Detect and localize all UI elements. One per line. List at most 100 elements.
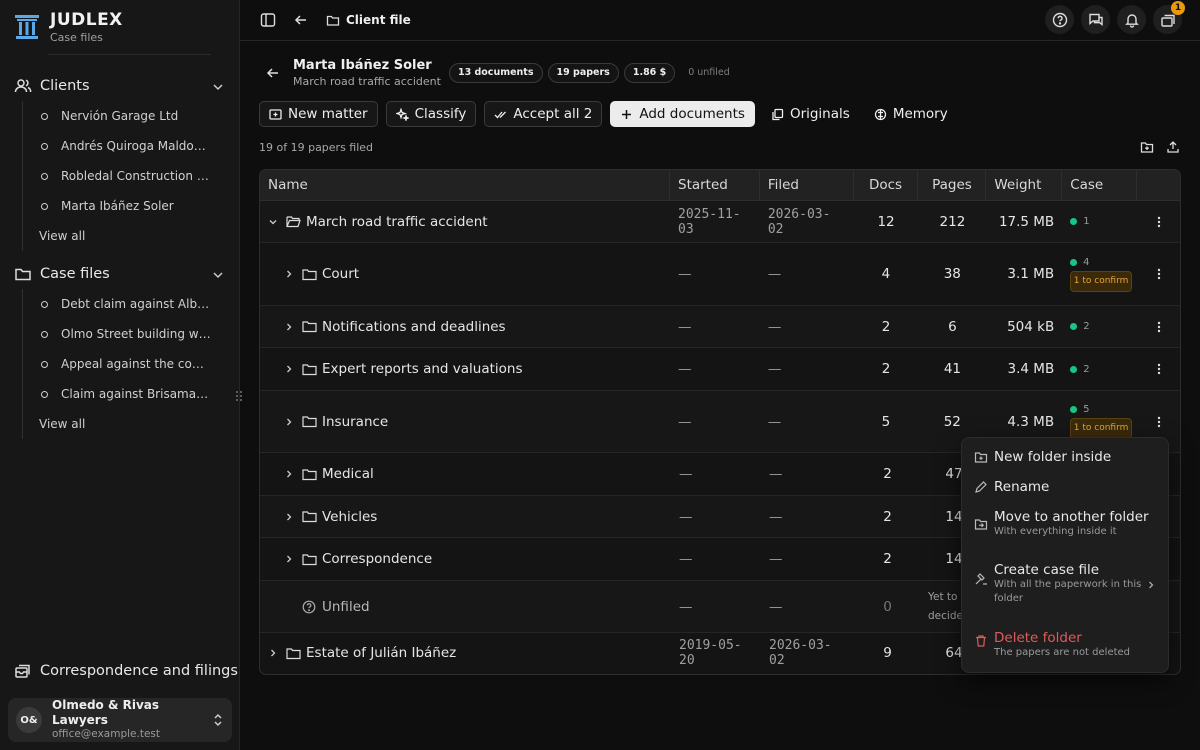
breadcrumb[interactable]: Client file xyxy=(326,13,411,27)
chevron-right-icon[interactable] xyxy=(284,469,294,479)
bullet-icon xyxy=(41,330,48,338)
menu-item-rename[interactable]: Rename xyxy=(974,479,1049,495)
chevron-down-icon[interactable] xyxy=(268,217,278,227)
originals-button[interactable]: Originals xyxy=(763,101,858,127)
nav-correspondence-label: Correspondence and filings xyxy=(40,663,238,679)
folder-icon xyxy=(14,265,32,283)
pages-count: 41 xyxy=(943,361,962,377)
client-name: Marta Ibáñez Soler xyxy=(293,58,432,73)
org-switcher[interactable]: O& Olmedo & Rivas Lawyers office@example… xyxy=(8,698,232,742)
folder-name: Estate of Julián Ibáñez xyxy=(306,645,457,661)
filed-date: — xyxy=(769,466,783,482)
filed-status: 19 of 19 papers filed xyxy=(259,141,374,154)
client-item[interactable]: Robledal Construction Ltd xyxy=(23,161,239,191)
docs-count: 0 xyxy=(883,598,892,615)
chevron-right-icon[interactable] xyxy=(284,417,294,427)
more-vertical-icon[interactable] xyxy=(1152,215,1166,229)
case-status: 5 xyxy=(1070,404,1089,415)
column-header-filed[interactable]: Filed xyxy=(760,170,854,200)
action-toolbar: New matter Classify Accept all 2 Add doc… xyxy=(259,101,956,127)
started-date: — xyxy=(679,598,693,615)
top-bar: Client file 1 xyxy=(240,0,1200,41)
column-header-name[interactable]: Name xyxy=(260,170,670,200)
pencil-icon xyxy=(974,480,988,494)
sidebar-toggle-icon[interactable] xyxy=(260,12,276,28)
started-date: 2019-05-20 xyxy=(679,638,742,668)
brand[interactable]: JUDLEX Case files xyxy=(0,0,239,54)
help-button[interactable] xyxy=(1045,5,1074,34)
inbox-button[interactable]: 1 xyxy=(1153,1,1185,34)
chevron-right-icon[interactable] xyxy=(284,269,294,279)
nav-correspondence[interactable]: Correspondence and filings xyxy=(14,662,238,680)
column-header-case[interactable]: Case xyxy=(1062,170,1138,200)
clients-view-all-link[interactable]: View all xyxy=(23,221,239,251)
table-row[interactable]: Court — — 4 38 3.1 MB 4 1 to confirm xyxy=(260,243,1180,306)
column-header-docs[interactable]: Docs xyxy=(854,170,919,200)
status-dot xyxy=(1070,406,1078,413)
accept-all-button[interactable]: Accept all 2 xyxy=(484,101,603,127)
menu-item-delete[interactable]: Delete folder The papers are not deleted xyxy=(974,630,1130,660)
folder-name: Medical xyxy=(322,466,374,482)
bullet-icon xyxy=(41,300,48,308)
inbox-stack-icon xyxy=(14,662,32,680)
client-item[interactable]: Andrés Quiroga Maldona... xyxy=(23,131,239,161)
case-status: 2 xyxy=(1070,364,1090,375)
table-row[interactable]: Expert reports and valuations — — 2 41 3… xyxy=(260,348,1180,391)
back-arrow-icon[interactable] xyxy=(293,12,309,28)
docs-count: 2 xyxy=(883,508,892,525)
menu-item-create-case[interactable]: Create case file With all the paperwork i… xyxy=(974,562,1144,605)
chevron-down-icon[interactable] xyxy=(211,267,225,281)
chevron-right-icon[interactable] xyxy=(284,364,294,374)
chevron-down-icon[interactable] xyxy=(211,79,225,93)
chevron-right-icon[interactable] xyxy=(284,554,294,564)
plus-icon xyxy=(620,108,633,121)
brain-icon xyxy=(874,108,887,121)
column-header-weight[interactable]: Weight xyxy=(986,170,1063,200)
started-date: — xyxy=(678,361,692,377)
case-file-item[interactable]: Olmo Street building wor... xyxy=(23,319,239,349)
new-matter-button[interactable]: New matter xyxy=(259,101,378,127)
trash-icon xyxy=(974,634,988,648)
classify-button[interactable]: Classify xyxy=(385,101,477,127)
case-file-item[interactable]: Claim against Brisamar In... xyxy=(23,379,239,409)
nav-case-files[interactable]: Case files xyxy=(0,259,239,289)
menu-item-move[interactable]: Move to another folder With everything in… xyxy=(974,509,1149,539)
upload-icon[interactable] xyxy=(1166,140,1180,154)
case-file-item[interactable]: Appeal against the const... xyxy=(23,349,239,379)
table-row[interactable]: March road traffic accident 2025-11-03 2… xyxy=(260,201,1180,243)
column-header-started[interactable]: Started xyxy=(670,170,760,200)
folder-open-icon xyxy=(286,215,301,228)
notifications-button[interactable] xyxy=(1117,5,1146,34)
add-documents-button[interactable]: Add documents xyxy=(610,101,755,127)
notification-badge: 1 xyxy=(1171,1,1185,15)
chevron-right-icon[interactable] xyxy=(284,322,294,332)
weight: 3.4 MB xyxy=(1007,361,1055,377)
chat-button[interactable] xyxy=(1081,5,1110,34)
column-header-pages[interactable]: Pages xyxy=(918,170,987,200)
double-check-icon xyxy=(494,108,507,121)
back-arrow-icon[interactable] xyxy=(266,66,280,80)
bullet-icon xyxy=(41,202,48,210)
case-file-item[interactable]: Debt claim against Albarr... xyxy=(23,289,239,319)
new-folder-icon[interactable] xyxy=(1140,140,1154,154)
memory-button[interactable]: Memory xyxy=(866,101,956,127)
more-vertical-icon[interactable] xyxy=(1152,320,1166,334)
confirm-badge[interactable]: 1 to confirm xyxy=(1070,270,1133,292)
more-vertical-icon[interactable] xyxy=(1152,415,1166,429)
unfiled-count: 0 unfiled xyxy=(688,67,730,79)
confirm-badge[interactable]: 1 to confirm xyxy=(1070,418,1133,439)
filed-date: — xyxy=(767,413,782,430)
client-item[interactable]: Marta Ibáñez Soler xyxy=(23,191,239,221)
more-vertical-icon[interactable] xyxy=(1152,362,1166,376)
more-vertical-icon[interactable] xyxy=(1152,267,1166,281)
nav-clients[interactable]: Clients xyxy=(0,71,239,101)
filed-date: — xyxy=(767,361,782,377)
case-files-view-all-link[interactable]: View all xyxy=(23,409,239,439)
chevron-right-icon[interactable] xyxy=(284,512,294,522)
table-tools xyxy=(1140,140,1180,154)
client-item[interactable]: Nervión Garage Ltd xyxy=(23,101,239,131)
bullet-icon xyxy=(41,112,48,120)
table-row[interactable]: Notifications and deadlines — — 2 6 504 … xyxy=(260,306,1180,348)
chevron-right-icon[interactable] xyxy=(268,648,278,658)
menu-item-new-folder[interactable]: New folder inside xyxy=(974,449,1111,465)
